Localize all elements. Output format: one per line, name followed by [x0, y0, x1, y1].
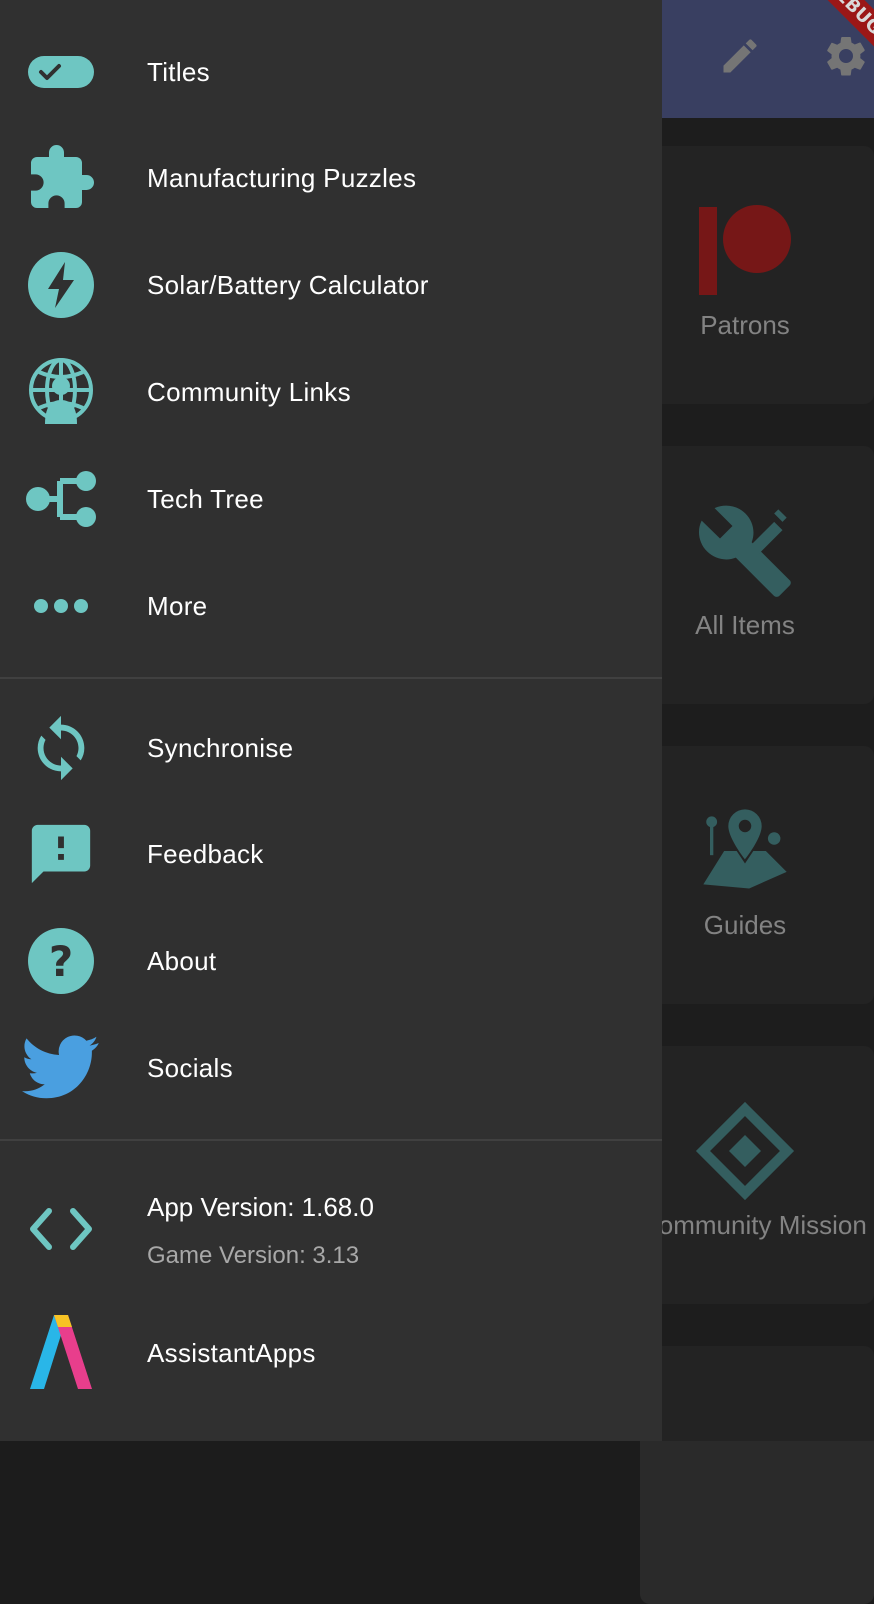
globe-person-icon [22, 353, 100, 431]
more-dots-icon [22, 567, 100, 645]
drawer-item-label: Feedback [147, 839, 264, 869]
code-icon [22, 1190, 100, 1268]
drawer-item-more[interactable]: More [0, 553, 662, 659]
drawer-item-label: Solar/Battery Calculator [147, 270, 429, 300]
drawer-item-socials[interactable]: Socials [0, 1015, 662, 1121]
drawer-item-manufacturing-puzzles[interactable]: Manufacturing Puzzles [0, 125, 662, 231]
navigation-drawer: Titles Manufacturing Puzzles Solar/Batte… [0, 0, 662, 1441]
drawer-item-about[interactable]: ? About [0, 908, 662, 1014]
drawer-scrim[interactable] [662, 0, 874, 1441]
drawer-item-label: Titles [147, 57, 210, 87]
drawer-item-tech-tree[interactable]: Tech Tree [0, 446, 662, 552]
drawer-item-label: Socials [147, 1053, 233, 1083]
drawer-item-label: AssistantApps [147, 1338, 316, 1368]
drawer-item-label: Community Links [147, 377, 351, 407]
tree-icon [22, 460, 100, 538]
bolt-icon [22, 246, 100, 324]
game-version: Game Version: 3.13 [147, 1242, 360, 1269]
svg-text:?: ? [49, 937, 73, 986]
drawer-item-label: Manufacturing Puzzles [147, 163, 417, 193]
app-version: App Version: 1.68.0 [147, 1192, 374, 1222]
drawer-item-assistant-apps[interactable]: AssistantApps [0, 1300, 662, 1406]
drawer-item-label: Synchronise [147, 733, 294, 763]
drawer-item-label: Tech Tree [147, 484, 264, 514]
drawer-item-feedback[interactable]: Feedback [0, 801, 662, 907]
twitter-icon [22, 1029, 100, 1107]
drawer-item-titles[interactable]: Titles [0, 19, 662, 125]
puzzle-icon [22, 139, 100, 217]
sync-icon [22, 709, 100, 787]
drawer-item-community-links[interactable]: Community Links [0, 339, 662, 445]
assistant-apps-logo-icon [22, 1314, 100, 1392]
feedback-icon [22, 815, 100, 893]
drawer-divider [0, 677, 662, 679]
drawer-item-synchronise[interactable]: Synchronise [0, 695, 662, 801]
drawer-item-solar-battery-calculator[interactable]: Solar/Battery Calculator [0, 232, 662, 338]
drawer-divider [0, 1139, 662, 1141]
drawer-item-label: More [147, 591, 208, 621]
drawer-item-label: About [147, 946, 217, 976]
badge-check-icon [22, 33, 100, 111]
help-icon: ? [22, 922, 100, 1000]
